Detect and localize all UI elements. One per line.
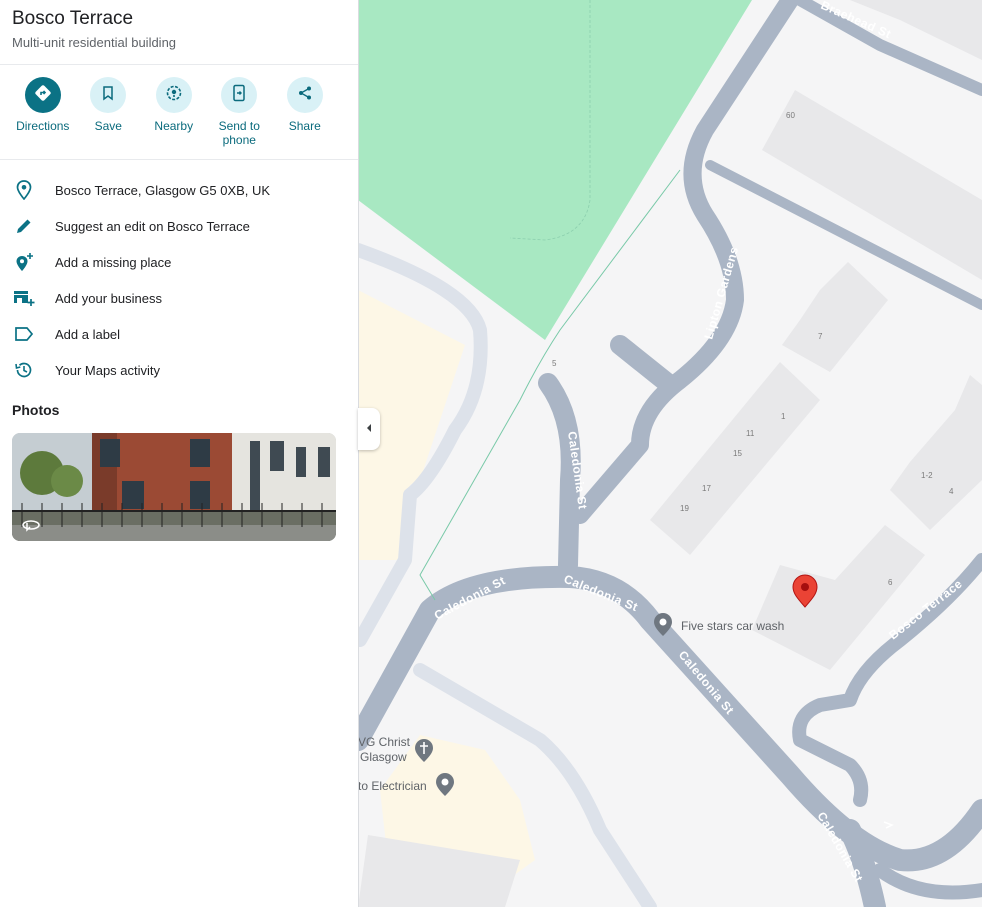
place-panel: Bosco Terrace Multi-unit residential bui… — [0, 0, 359, 907]
map-canvas[interactable]: Braehead St Lipton Gardens Caledonia St … — [358, 0, 982, 907]
place-header: Bosco Terrace Multi-unit residential bui… — [0, 0, 358, 65]
house-number-11: 11 — [746, 429, 755, 438]
place-subtitle: Multi-unit residential building — [12, 35, 177, 50]
nearby-button[interactable]: Nearby — [141, 77, 207, 159]
360-view-icon — [21, 517, 41, 538]
poi-car-wash-label: Five stars car wash — [681, 619, 784, 633]
share-label: Share — [288, 119, 321, 133]
house-number-7: 7 — [818, 332, 823, 341]
add-missing-place-text: Add a missing place — [55, 254, 172, 270]
house-number-5: 5 — [552, 359, 557, 368]
bookmark-icon — [100, 85, 116, 106]
send-to-phone-icon — [231, 84, 247, 107]
suggest-edit-text: Suggest an edit on Bosco Terrace — [55, 218, 250, 234]
share-button[interactable]: Share — [272, 77, 338, 159]
nearby-label: Nearby — [154, 119, 194, 133]
caret-left-icon — [365, 420, 373, 438]
suggest-edit-row[interactable]: Suggest an edit on Bosco Terrace — [0, 208, 358, 244]
maps-activity-text: Your Maps activity — [55, 362, 161, 378]
share-icon — [297, 85, 313, 106]
street-view-photo[interactable] — [12, 433, 336, 541]
poi-church-label-1: VG Christ — [358, 735, 411, 749]
action-bar: Directions Save Nearby Send to phone Sha… — [0, 65, 358, 160]
add-business-icon — [12, 286, 36, 310]
collapse-panel-button[interactable] — [358, 408, 380, 450]
nearby-icon — [165, 84, 183, 107]
house-number-17: 17 — [702, 484, 711, 493]
place-title: Bosco Terrace — [12, 8, 134, 29]
history-icon — [12, 358, 36, 382]
pencil-icon — [12, 214, 36, 238]
send-to-phone-button[interactable]: Send to phone — [207, 77, 273, 159]
house-number-1-2: 1-2 — [921, 471, 933, 480]
photo-image — [12, 433, 336, 541]
directions-icon — [33, 83, 53, 108]
save-button[interactable]: Save — [76, 77, 142, 159]
maps-activity-row[interactable]: Your Maps activity — [0, 352, 358, 388]
add-business-text: Add your business — [55, 290, 162, 306]
map-svg: Braehead St Lipton Gardens Caledonia St … — [358, 0, 982, 907]
directions-button[interactable]: Directions — [10, 77, 76, 159]
address-text: Bosco Terrace, Glasgow G5 0XB, UK — [55, 182, 271, 198]
directions-label: Directions — [16, 119, 70, 133]
house-number-15: 15 — [733, 449, 742, 458]
send-to-phone-label: Send to phone — [218, 119, 260, 147]
house-number-6: 6 — [888, 578, 893, 587]
house-number-19: 19 — [680, 504, 689, 513]
location-pin-icon — [12, 178, 36, 202]
poi-electrician-label: to Electrician — [358, 779, 427, 793]
add-missing-place-row[interactable]: Add a missing place — [0, 244, 358, 280]
poi-church[interactable]: VG Christ Glasgow — [358, 735, 433, 764]
info-list: Bosco Terrace, Glasgow G5 0XB, UK Sugges… — [0, 160, 358, 388]
house-number-4: 4 — [949, 487, 954, 496]
save-label: Save — [94, 119, 122, 133]
add-business-row[interactable]: Add your business — [0, 280, 358, 316]
label-icon — [12, 322, 36, 346]
house-number-60: 60 — [786, 111, 795, 120]
poi-church-label-2: Glasgow — [360, 750, 407, 764]
add-label-row[interactable]: Add a label — [0, 316, 358, 352]
photos-heading: Photos — [12, 402, 60, 418]
add-place-icon — [12, 250, 36, 274]
house-number-1: 1 — [781, 412, 786, 421]
address-row[interactable]: Bosco Terrace, Glasgow G5 0XB, UK — [0, 172, 358, 208]
add-label-text: Add a label — [55, 326, 121, 342]
